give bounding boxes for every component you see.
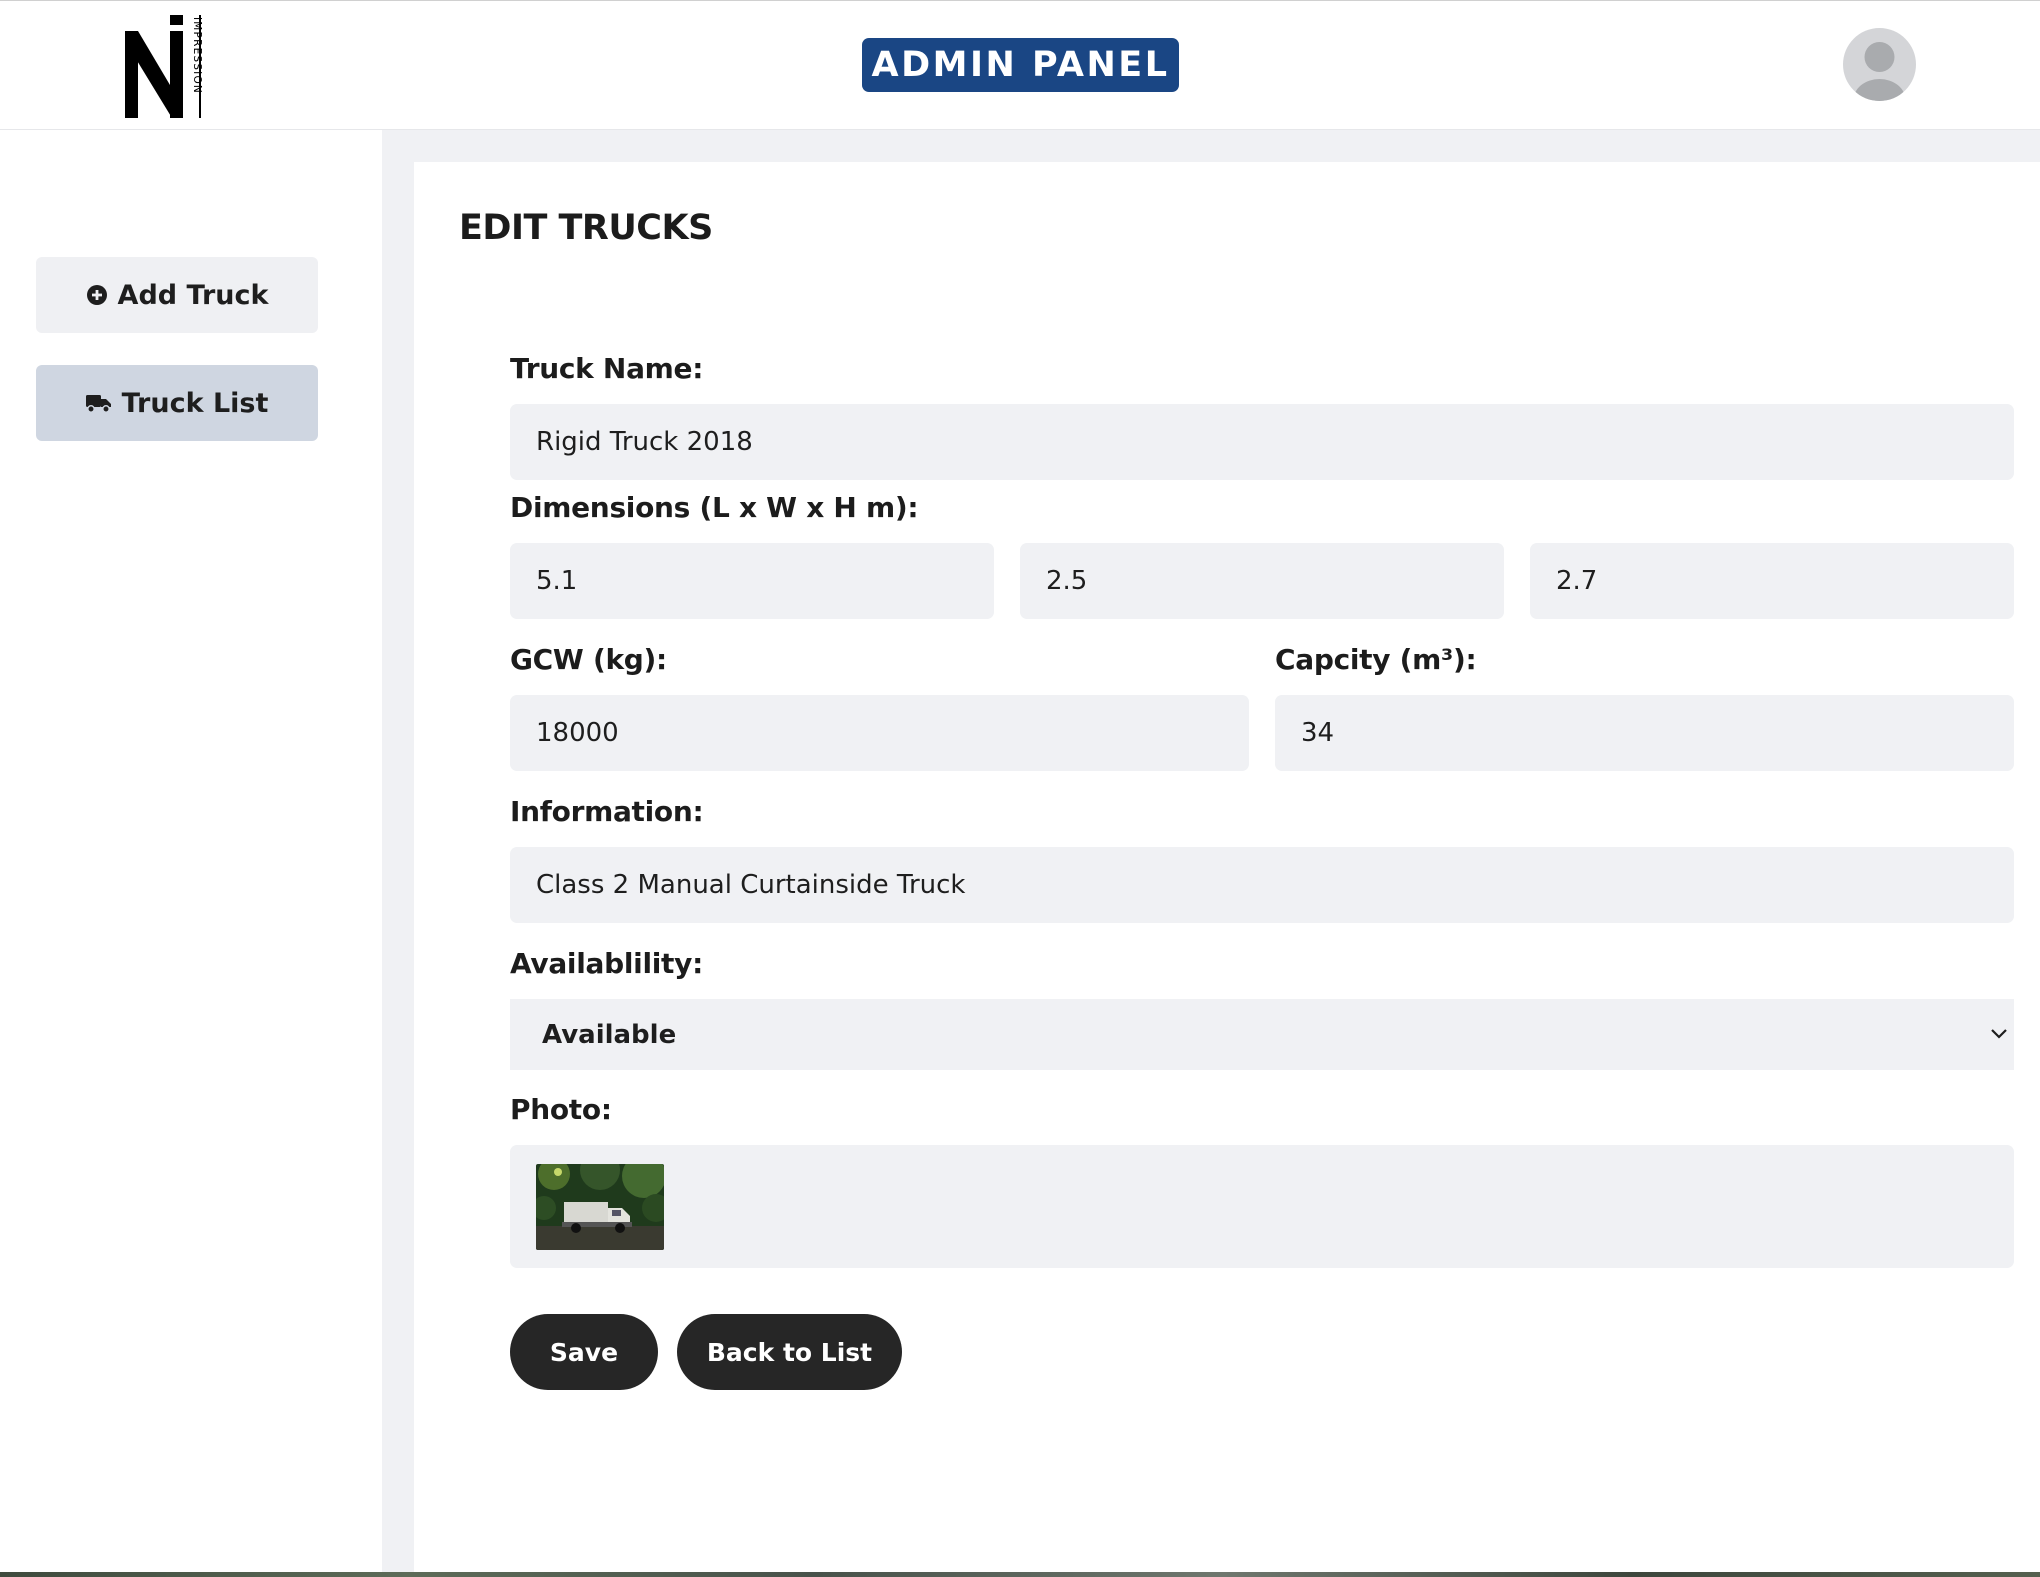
user-avatar[interactable] (1843, 28, 1916, 101)
plus-circle-icon (86, 285, 107, 305)
top-header: IMPRESSION ADMIN PANEL (0, 0, 2040, 130)
impression-logo[interactable]: IMPRESSION (125, 15, 205, 118)
dimension-height-input[interactable]: 2.7 (1530, 543, 2014, 619)
gcw-label: GCW (kg): (510, 643, 667, 676)
truck-name-input[interactable]: Rigid Truck 2018 (510, 404, 2014, 480)
availability-select[interactable]: Available (510, 999, 2014, 1070)
availability-selected-value: Available (542, 1019, 677, 1050)
dimensions-label: Dimensions (L x W x H m): (510, 491, 919, 524)
sidebar (0, 130, 382, 1572)
bottom-background-strip (0, 1572, 2040, 1577)
svg-text:IMPRESSION: IMPRESSION (191, 17, 203, 94)
truck-icon (85, 395, 111, 413)
availability-label: Availablility: (510, 947, 703, 980)
back-to-list-button[interactable]: Back to List (677, 1314, 902, 1390)
capacity-input[interactable]: 34 (1275, 695, 2014, 771)
sidebar-item-label: Add Truck (117, 279, 269, 311)
page-title: EDIT TRUCKS (459, 208, 713, 248)
truck-name-label: Truck Name: (510, 352, 704, 385)
sidebar-item-truck-list[interactable]: Truck List (36, 365, 318, 441)
capacity-label: Capcity (m³): (1275, 643, 1477, 676)
chevron-down-icon (1991, 1029, 2007, 1039)
information-input[interactable]: Class 2 Manual Curtainside Truck (510, 847, 2014, 923)
save-button[interactable]: Save (510, 1314, 658, 1390)
photo-field[interactable] (510, 1145, 2014, 1268)
sidebar-item-label: Truck List (121, 387, 269, 419)
dimension-length-input[interactable]: 5.1 (510, 543, 994, 619)
user-avatar-icon (1853, 42, 1906, 101)
admin-panel-badge: ADMIN PANEL (862, 38, 1179, 92)
gcw-input[interactable]: 18000 (510, 695, 1249, 771)
information-label: Information: (510, 795, 704, 828)
photo-label: Photo: (510, 1093, 612, 1126)
dimension-width-input[interactable]: 2.5 (1020, 543, 1504, 619)
sidebar-item-add-truck[interactable]: Add Truck (36, 257, 318, 333)
truck-photo-thumbnail[interactable] (536, 1164, 664, 1250)
